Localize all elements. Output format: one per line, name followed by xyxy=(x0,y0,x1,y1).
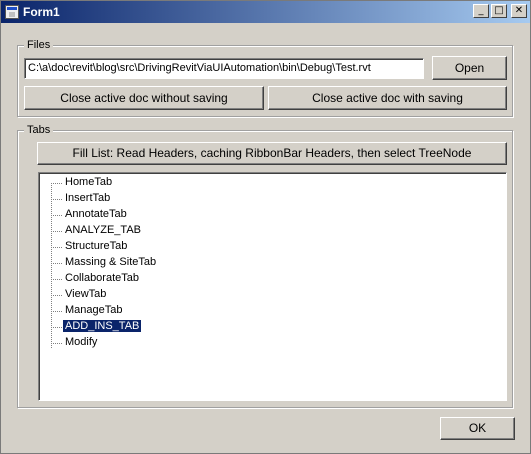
tree-node-home[interactable]: HomeTab xyxy=(48,175,198,191)
tabs-treeview[interactable]: HomeTab InsertTab AnnotateTab ANALYZE_TA… xyxy=(38,172,507,401)
fill-list-button[interactable]: Fill List: Read Headers, caching RibbonB… xyxy=(37,142,507,165)
maximize-button[interactable]: □ xyxy=(491,4,507,18)
ok-button-label: OK xyxy=(468,421,487,435)
tree-branch-line xyxy=(51,311,62,312)
tree-node-label: ViewTab xyxy=(65,288,107,300)
tree-node-massing-site[interactable]: Massing & SiteTab xyxy=(48,255,198,271)
tree-node-label: Modify xyxy=(65,336,98,348)
tree-node-analyze[interactable]: ANALYZE_TAB xyxy=(48,223,198,239)
tree-node-label: ANALYZE_TAB xyxy=(65,224,142,236)
tree-node-add-ins[interactable]: ADD_INS_TAB xyxy=(48,319,198,335)
tree-branch-line xyxy=(51,247,62,248)
ok-button[interactable]: OK xyxy=(440,417,515,440)
title-bar[interactable]: Form1 _ □ ✕ xyxy=(1,1,530,23)
tree-node-label: InsertTab xyxy=(65,192,111,204)
tree-branch-line xyxy=(51,327,62,328)
minimize-button[interactable]: _ xyxy=(473,4,489,18)
tree-node-label: StructureTab xyxy=(65,240,128,252)
close-button[interactable]: ✕ xyxy=(511,4,527,18)
open-button-label: Open xyxy=(454,61,485,75)
app-icon xyxy=(5,5,19,19)
tree-branch-line xyxy=(51,343,62,344)
form-window: Form1 _ □ ✕ Files C:\a\doc\revit\blog\sr… xyxy=(0,0,531,454)
tree-branch-line xyxy=(51,263,62,264)
tree-node-label: CollaborateTab xyxy=(65,272,139,284)
tree-branch-line xyxy=(51,279,62,280)
file-path-input[interactable]: C:\a\doc\revit\blog\src\DrivingRevitViaU… xyxy=(24,58,424,79)
tree-node-annotate[interactable]: AnnotateTab xyxy=(48,207,198,223)
tree-node-modify[interactable]: Modify xyxy=(48,335,198,351)
tree-node-structure[interactable]: StructureTab xyxy=(48,239,198,255)
tree-node-label: ManageTab xyxy=(65,304,123,316)
tabs-groupbox: Tabs Fill List: Read Headers, caching Ri… xyxy=(17,124,513,408)
close-with-saving-label: Close active doc with saving xyxy=(312,91,463,105)
close-without-saving-label: Close active doc without saving xyxy=(60,91,228,105)
window-title: Form1 xyxy=(23,5,60,19)
tree-branch-line xyxy=(51,231,62,232)
close-with-saving-button[interactable]: Close active doc with saving xyxy=(268,86,507,110)
close-without-saving-button[interactable]: Close active doc without saving xyxy=(24,86,264,110)
tree-branch-line xyxy=(51,295,62,296)
tree-branch-line xyxy=(51,183,62,184)
tree-node-label: Massing & SiteTab xyxy=(65,256,157,268)
tree-node-label: HomeTab xyxy=(65,176,113,188)
files-groupbox: Files C:\a\doc\revit\blog\src\DrivingRev… xyxy=(17,39,513,117)
fill-list-label: Fill List: Read Headers, caching RibbonB… xyxy=(72,146,472,160)
tree-node-collaborate[interactable]: CollaborateTab xyxy=(48,271,198,287)
files-group-label: Files xyxy=(24,39,54,51)
tree-branch-line xyxy=(51,199,62,200)
tree-node-insert[interactable]: InsertTab xyxy=(48,191,198,207)
tree-node-label: AnnotateTab xyxy=(65,208,127,220)
tree-node-label-selected: ADD_INS_TAB xyxy=(63,320,142,332)
open-button[interactable]: Open xyxy=(432,56,507,80)
tree-node-view[interactable]: ViewTab xyxy=(48,287,198,303)
tabs-group-label: Tabs xyxy=(24,124,54,136)
tree-branch-line xyxy=(51,215,62,216)
tree-node-manage[interactable]: ManageTab xyxy=(48,303,198,319)
